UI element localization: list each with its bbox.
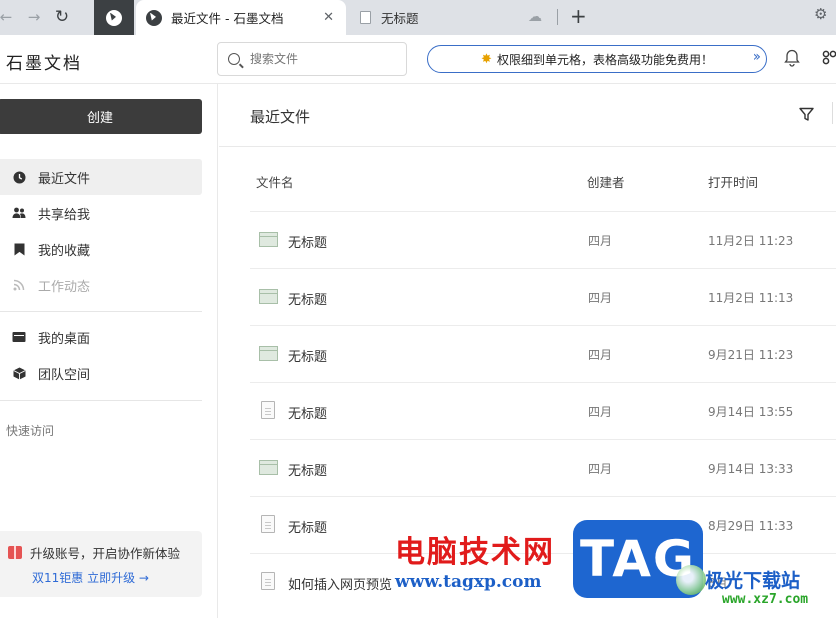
sidebar-item-favorites[interactable]: 我的收藏	[0, 231, 202, 267]
file-row[interactable]: 无标题 四月 11月2日 11:13	[250, 268, 836, 325]
upgrade-title: 升级账号，开启协作新体验	[8, 543, 180, 562]
forward-icon[interactable]: →	[22, 5, 46, 29]
search-icon	[228, 53, 240, 65]
upgrade-box[interactable]: 升级账号，开启协作新体验 双11钜惠 立即升级 →	[0, 531, 202, 597]
apps-icon[interactable]	[822, 50, 836, 66]
upgrade-title-text: 升级账号，开启协作新体验	[30, 546, 181, 561]
brand-logo[interactable]: 石墨文档	[6, 49, 82, 74]
column-header-owner[interactable]: 创建者	[587, 172, 625, 191]
file-row[interactable]: 无标题 四月 9月14日 13:55	[250, 382, 836, 439]
watermark-site: 极光下载站	[705, 570, 801, 592]
file-time: 11月2日 11:23	[708, 234, 794, 248]
tab-untitled[interactable]: 无标题	[350, 0, 520, 35]
gear-icon[interactable]: ⚙	[814, 5, 827, 23]
reload-icon[interactable]: ↻	[50, 5, 74, 29]
file-name: 无标题	[288, 236, 328, 251]
sidebar-item-desktop[interactable]: 我的桌面	[0, 319, 202, 355]
file-row[interactable]: 无标题 四月 9月21日 11:23	[250, 325, 836, 382]
file-row[interactable]: 无标题 四月 11月2日 11:23	[250, 211, 836, 268]
close-icon[interactable]: ✕	[323, 10, 334, 25]
sidebar-item-recent[interactable]: 最近文件	[0, 159, 202, 195]
tab-divider	[557, 9, 558, 25]
bookmark-icon	[12, 242, 26, 256]
sidebar-item-label: 我的收藏	[38, 243, 91, 259]
rss-icon	[12, 278, 26, 292]
app-header: 石墨文档 ✸ 权限细到单元格，表格高级功能免费用！ ››	[0, 35, 836, 84]
back-icon[interactable]: ←	[0, 5, 18, 29]
spreadsheet-icon	[259, 460, 278, 475]
spreadsheet-icon	[259, 346, 278, 361]
desktop-icon	[12, 330, 26, 344]
watermark-url: www.tagxp.com	[395, 572, 542, 592]
watermark-orb	[676, 565, 706, 595]
promo-banner[interactable]: ✸ 权限细到单元格，表格高级功能免费用！ ››	[427, 45, 767, 73]
cloud-icon: ☁	[528, 9, 542, 25]
sidebar-item-label: 最近文件	[38, 171, 91, 187]
file-owner: 四月	[588, 348, 613, 362]
file-time: 9月21日 11:23	[708, 348, 794, 362]
tab-title: 最近文件 - 石墨文档	[171, 11, 284, 26]
sidebar-item-shared[interactable]: 共享给我	[0, 195, 202, 231]
chevrons-right-icon: ››	[752, 49, 761, 65]
file-time: 11月2日 11:13	[708, 291, 794, 305]
tab-title: 无标题	[381, 11, 419, 26]
spreadsheet-icon	[259, 232, 278, 247]
cube-icon	[12, 366, 26, 380]
gift-icon	[8, 546, 22, 559]
file-name: 无标题	[288, 407, 328, 422]
file-time: 8月29日 11:33	[708, 519, 794, 533]
watermark-cn: 电脑技术网	[395, 535, 555, 570]
column-header-time[interactable]: 打开时间	[708, 172, 758, 191]
people-icon	[12, 206, 26, 220]
pinned-tab[interactable]	[94, 0, 134, 35]
tab-recent-files[interactable]: 最近文件 - 石墨文档 ✕	[136, 0, 346, 35]
bell-icon[interactable]	[784, 49, 800, 67]
filter-icon[interactable]	[799, 107, 814, 126]
sidebar-item-label: 我的桌面	[38, 331, 91, 347]
create-button[interactable]: 创建	[0, 99, 202, 134]
header-divider	[832, 102, 833, 124]
sidebar-divider	[0, 311, 202, 312]
file-owner: 四月	[588, 405, 613, 419]
document-icon	[261, 401, 275, 419]
document-icon	[261, 515, 275, 533]
watermark-site-url: www.xz7.com	[722, 592, 809, 607]
sidebar-item-label: 团队空间	[38, 367, 91, 383]
file-name: 无标题	[288, 464, 328, 479]
page-title: 最近文件	[250, 108, 311, 126]
sidebar: 创建 最近文件 共享给我 我的收藏 工作动态 我的桌面 团队空间 快速访问 升级…	[0, 84, 218, 618]
search-box[interactable]	[217, 42, 407, 76]
file-owner: 四月	[588, 291, 613, 305]
shimo-logo-icon	[106, 9, 122, 26]
sidebar-item-activity[interactable]: 工作动态	[0, 267, 202, 303]
column-header-name[interactable]: 文件名	[256, 172, 294, 191]
file-name: 无标题	[288, 521, 328, 536]
file-name: 无标题	[288, 293, 328, 308]
clock-icon	[12, 170, 26, 184]
new-tab-button[interactable]: +	[570, 4, 587, 28]
file-owner: 四月	[588, 462, 613, 476]
file-name: 无标题	[288, 350, 328, 365]
spreadsheet-icon	[259, 289, 278, 304]
promo-text: 权限细到单元格，表格高级功能免费用！	[496, 52, 713, 67]
shimo-logo-icon	[146, 9, 162, 26]
file-owner: 四月	[588, 234, 613, 248]
file-name: 如何插入网页预览	[288, 578, 393, 593]
header-rule	[219, 146, 836, 147]
file-time: 9月14日 13:55	[708, 405, 794, 419]
sidebar-item-label: 工作动态	[38, 279, 91, 295]
search-input[interactable]	[250, 52, 390, 66]
sidebar-item-team-space[interactable]: 团队空间	[0, 355, 202, 391]
browser-tabbar: ← → ↻ 最近文件 - 石墨文档 ✕ 无标题 ☁ + ⚙	[0, 0, 836, 35]
file-row[interactable]: 无标题 四月 9月14日 13:33	[250, 439, 836, 496]
spark-icon: ✸	[481, 51, 492, 67]
upgrade-link[interactable]: 双11钜惠 立即升级 →	[32, 569, 149, 586]
quick-access-label: 快速访问	[6, 424, 55, 438]
sidebar-divider	[0, 400, 202, 401]
document-icon	[261, 572, 275, 590]
document-icon	[360, 11, 371, 24]
file-time: 9月14日 13:33	[708, 462, 794, 476]
sidebar-item-label: 共享给我	[38, 207, 91, 223]
